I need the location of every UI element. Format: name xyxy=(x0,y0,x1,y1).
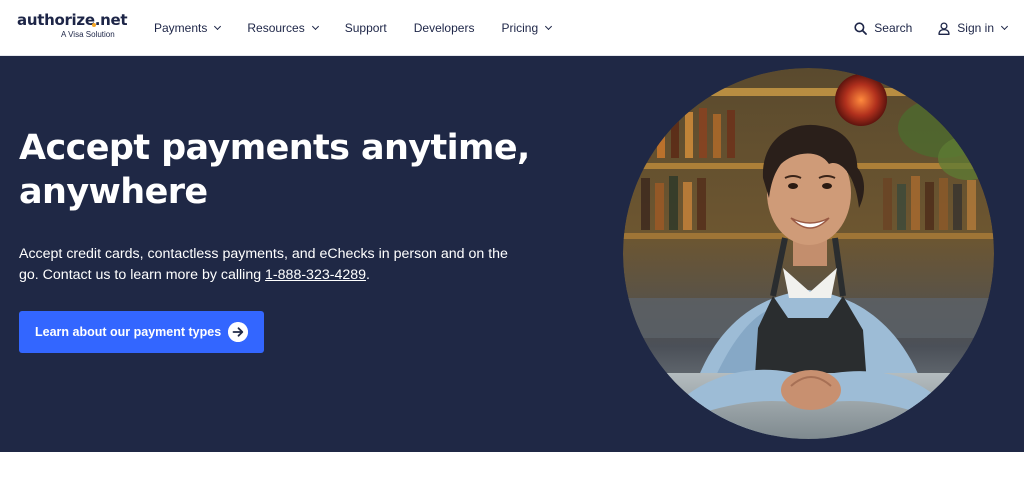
hero-section: Accept payments anytime, anywhere Accept… xyxy=(0,56,1024,452)
brand-logo[interactable]: authorize.net A Visa Solution xyxy=(17,11,128,45)
nav-item-support[interactable]: Support xyxy=(345,21,387,35)
search-icon xyxy=(854,21,868,35)
main-nav: Payments Resources Support Developers Pr… xyxy=(154,0,578,56)
phone-link[interactable]: 1-888-323-4289 xyxy=(265,267,366,283)
site-header: authorize.net A Visa Solution Payments R… xyxy=(0,0,1024,56)
nav-item-label: Payments xyxy=(154,21,208,35)
chevron-down-icon xyxy=(545,22,553,31)
search-label: Search xyxy=(874,21,913,35)
user-icon xyxy=(938,21,950,35)
arrow-right-icon xyxy=(228,322,248,342)
hero-title-line-2: anywhere xyxy=(19,172,208,212)
brand-tagline: A Visa Solution xyxy=(61,30,115,39)
hero-description-text: Accept credit cards, contactless payment… xyxy=(19,246,508,283)
chevron-down-icon xyxy=(1000,22,1009,31)
hero-photo xyxy=(623,68,994,439)
sign-in-label: Sign in xyxy=(957,21,994,35)
search-button[interactable]: Search xyxy=(854,21,912,35)
utility-nav: Search Sign in xyxy=(828,0,1009,56)
nav-item-payments[interactable]: Payments xyxy=(154,21,222,35)
chevron-down-icon xyxy=(311,22,319,31)
nav-item-label: Resources xyxy=(247,21,305,35)
nav-item-resources[interactable]: Resources xyxy=(247,21,319,35)
chevron-down-icon xyxy=(214,22,222,31)
brand-name: authorize.net xyxy=(17,11,128,29)
learn-payment-types-button[interactable]: Learn about our payment types xyxy=(19,311,264,353)
brand-dot xyxy=(92,23,96,27)
cta-label: Learn about our payment types xyxy=(35,325,222,339)
nav-item-label: Support xyxy=(344,21,387,35)
nav-item-developers[interactable]: Developers xyxy=(414,21,475,35)
hero-title: Accept payments anytime, anywhere xyxy=(19,126,539,214)
nav-item-label: Pricing xyxy=(501,21,539,35)
hero-description-end: . xyxy=(366,267,370,283)
hero-description: Accept credit cards, contactless payment… xyxy=(19,244,519,286)
nav-item-pricing[interactable]: Pricing xyxy=(501,21,553,35)
sign-in-button[interactable]: Sign in xyxy=(938,21,1009,35)
nav-item-label: Developers xyxy=(413,21,475,35)
page-below-hero xyxy=(0,452,1024,477)
hero-title-line-1: Accept payments anytime, xyxy=(19,128,530,168)
